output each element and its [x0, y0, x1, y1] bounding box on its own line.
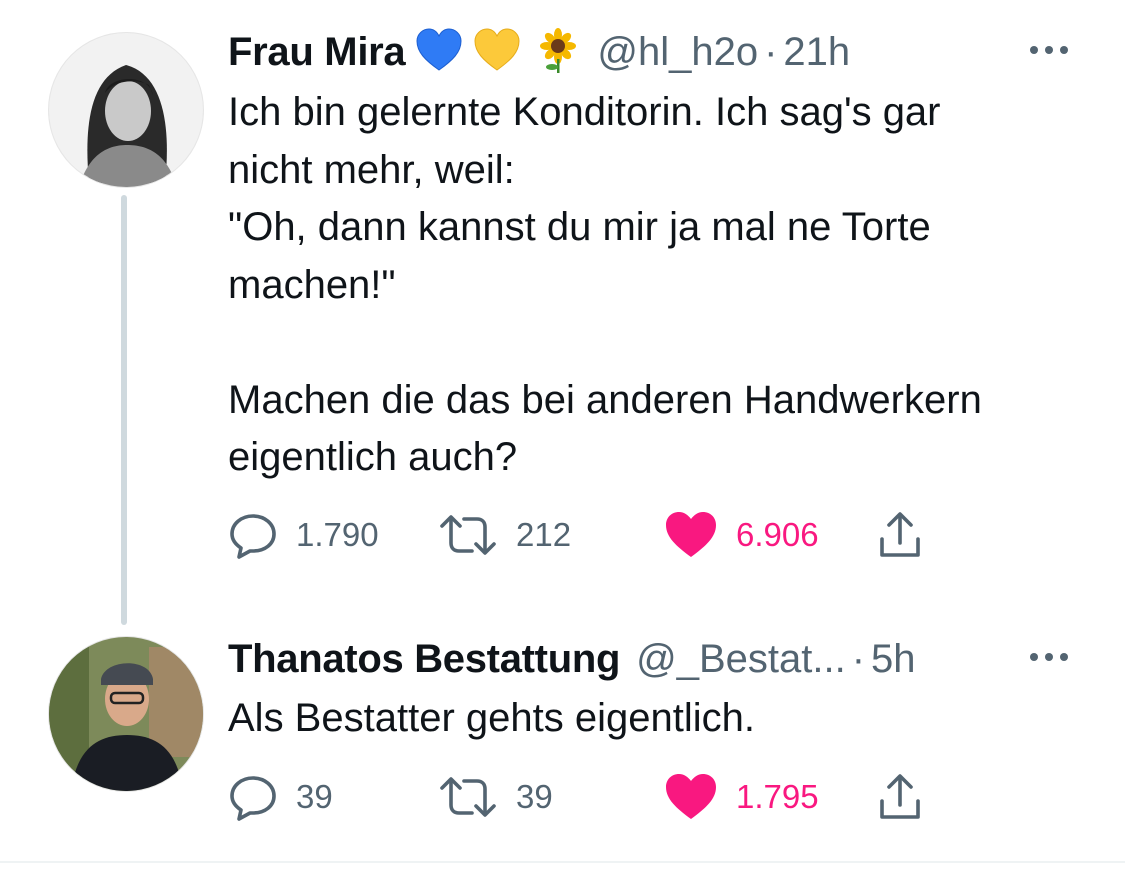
reply-icon [230, 776, 276, 821]
like-count: 1.795 [736, 778, 819, 815]
like-count: 6.906 [736, 516, 819, 553]
reply-count: 1.790 [296, 516, 379, 553]
action-bar: 39 39 1.795 [228, 772, 988, 822]
tweet-2[interactable]: Thanatos Bestattung @_Bestat... · 5h Als… [0, 620, 1125, 860]
reply-button[interactable]: 1.790 [228, 510, 379, 560]
thread-line [121, 195, 127, 625]
reply-icon [230, 514, 276, 559]
tweet-text: Als Bestatter gehts eigentlich. [228, 696, 755, 740]
tweet-text: Ich bin gelernte Konditorin. Ich sag's g… [228, 90, 982, 479]
share-icon [880, 512, 920, 557]
more-icon[interactable] [1030, 46, 1068, 54]
retweet-icon [440, 777, 496, 817]
avatar-photo [49, 637, 203, 791]
retweet-button[interactable]: 39 [438, 772, 553, 822]
display-name[interactable]: Thanatos Bestattung [228, 637, 620, 682]
tweet-1[interactable]: Frau Mira @hl_h2o · 21h Ich bin gelernte… [0, 0, 1125, 625]
share-button[interactable] [876, 510, 924, 560]
more-icon[interactable] [1030, 653, 1068, 661]
avatar-photo [49, 33, 203, 187]
share-icon [880, 774, 920, 819]
display-name[interactable]: Frau Mira [228, 30, 406, 75]
sunflower-icon [535, 27, 581, 78]
action-bar: 1.790 212 6.906 [228, 510, 988, 560]
user-handle[interactable]: @hl_h2o [597, 30, 758, 75]
retweet-count: 212 [516, 516, 572, 553]
heart-icon [666, 774, 716, 819]
like-button[interactable]: 6.906 [664, 510, 819, 560]
tweet-divider [0, 861, 1125, 863]
retweet-count: 39 [516, 778, 553, 815]
tweet-header: Thanatos Bestattung @_Bestat... · 5h [228, 634, 916, 684]
separator-dot: · [764, 29, 778, 74]
retweet-icon [440, 515, 496, 555]
tweet-header: Frau Mira @hl_h2o · 21h [228, 27, 850, 77]
retweet-button[interactable]: 212 [438, 510, 571, 560]
heart-icon [666, 512, 716, 557]
avatar-frau-mira[interactable] [48, 32, 204, 188]
timestamp[interactable]: 21h [783, 30, 850, 75]
like-button[interactable]: 1.795 [664, 772, 819, 822]
timestamp[interactable]: 5h [871, 637, 916, 682]
share-button[interactable] [876, 772, 924, 822]
avatar-thanatos-bestattung[interactable] [48, 636, 204, 792]
user-handle[interactable]: @_Bestat... [636, 637, 846, 682]
separator-dot: · [851, 636, 866, 681]
blue-heart-icon [415, 27, 463, 77]
yellow-heart-icon [473, 27, 521, 77]
reply-count: 39 [296, 778, 333, 815]
reply-button[interactable]: 39 [228, 772, 333, 822]
